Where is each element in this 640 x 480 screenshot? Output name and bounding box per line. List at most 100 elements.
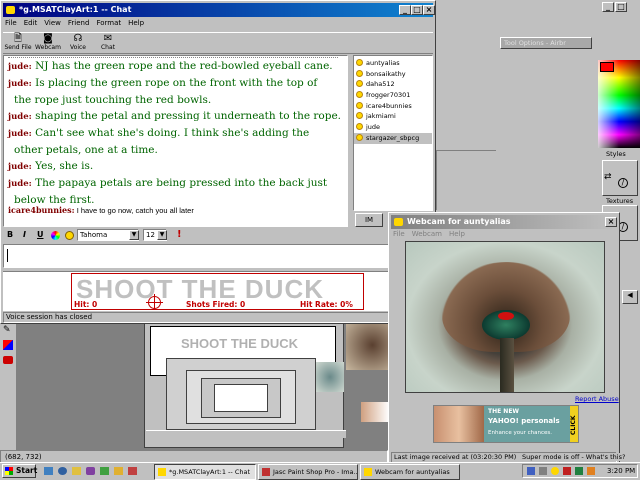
close-icon[interactable]: × (423, 5, 435, 15)
super-mode-status: Super mode is off - What's this? (520, 453, 628, 461)
menu-edit[interactable]: Edit (24, 19, 38, 27)
start-button[interactable]: Start (2, 464, 37, 478)
psp-canvas[interactable]: SHOOT THE DUCK (16, 318, 390, 450)
volume-icon[interactable] (539, 467, 547, 475)
buddy-name: daha512 (366, 80, 395, 89)
quick-launch (40, 465, 148, 477)
ad-banner[interactable]: SHOOT THE DUCK Hit: 0 Shots Fired: 0 Hit… (3, 271, 433, 311)
buddy-smiley-icon (356, 59, 363, 66)
color-icon[interactable] (51, 231, 60, 240)
clock[interactable]: 3:20 PM (607, 467, 635, 475)
media-icon[interactable] (100, 467, 109, 475)
webcam-menu-bar: File Webcam Help (393, 230, 472, 238)
maximize-icon[interactable]: □ (615, 2, 627, 12)
chat-window: *g.MSATClayArt:1 -- Chat _ □ × File Edit V… (0, 0, 436, 324)
buddy-item[interactable]: jude (354, 122, 432, 133)
transparent-icon[interactable]: / (618, 178, 628, 188)
monitor-icon[interactable] (575, 467, 583, 475)
shape-tool-icon[interactable] (3, 356, 13, 364)
chat-message: jude: The papaya petals are being presse… (8, 175, 347, 192)
menu-help[interactable]: Help (128, 19, 144, 27)
chat-button[interactable]: ✉ Chat (93, 33, 123, 51)
maximize-icon[interactable]: □ (411, 5, 423, 15)
minimize-icon[interactable]: _ (602, 2, 614, 12)
chat-message: jude: shaping the petal and pressing it … (8, 108, 347, 125)
folder-icon[interactable] (114, 467, 123, 475)
message-text: The papaya petals are being pressed into… (35, 177, 328, 189)
chevron-down-icon[interactable]: ▼ (157, 230, 167, 240)
buddy-item[interactable]: stargazer_sbpcg (354, 132, 432, 144)
webcam-app-icon (394, 218, 403, 226)
chat-message: jude: Can't see what she's doing. I thin… (8, 125, 347, 142)
message-text: Is placing the green rope on the front w… (35, 77, 318, 89)
ad-click[interactable]: CLICK (570, 406, 578, 442)
textures-label: Textures (606, 197, 634, 205)
foreground-color-swatch[interactable] (600, 62, 614, 72)
recursive-webcam-thumb (316, 362, 344, 392)
network-icon[interactable] (527, 467, 535, 475)
chat-message: jude: Yes, she is. (8, 158, 347, 175)
chevron-down-icon[interactable]: ▼ (129, 230, 139, 240)
webcam-menu-webcam[interactable]: Webcam (412, 230, 442, 238)
buddy-item[interactable]: jakmiami (354, 111, 432, 122)
task-psp[interactable]: Jasc Paint Shop Pro - Ima... (258, 464, 358, 480)
text-cursor (7, 249, 8, 262)
buddy-item[interactable]: auntyalias (354, 58, 432, 69)
buddy-name: jude (366, 123, 381, 132)
webcam-menu-file[interactable]: File (393, 230, 405, 238)
buddy-smiley-icon (356, 80, 363, 88)
underline-button[interactable]: U (37, 230, 44, 239)
browser-icon[interactable] (58, 467, 67, 475)
buddy-list[interactable]: auntyalias bonsaikathy daha512 frogger70301… (353, 55, 433, 211)
swap-icon[interactable]: ⇄ (604, 172, 612, 182)
messenger-icon[interactable] (86, 467, 95, 475)
update-icon[interactable] (587, 467, 595, 475)
app-icon[interactable] (128, 467, 137, 475)
message-text: Can't see what she's doing. I think she'… (35, 127, 310, 139)
chat-log[interactable]: jude: NJ has the green rope and the red-… (3, 55, 348, 227)
chat-title: *g.MSATClayArt:1 -- Chat (19, 5, 132, 14)
close-icon[interactable]: × (605, 217, 617, 227)
webcam-title-bar[interactable]: Webcam for auntyalias (391, 215, 617, 229)
psp-window-buttons[interactable]: _ □ (600, 2, 640, 12)
color-tool-icon[interactable] (3, 340, 13, 350)
webcam-ad[interactable]: THE NEW YAHOO! personals Enhance your ch… (433, 405, 579, 443)
message-input[interactable] (3, 244, 433, 268)
task-webcam[interactable]: Webcam for auntyalias (360, 464, 460, 480)
webcam-menu-help[interactable]: Help (449, 230, 465, 238)
menu-format[interactable]: Format (96, 19, 121, 27)
message-text: shaping the petal and pressing it undern… (35, 110, 342, 122)
alert-icon[interactable]: ! (177, 229, 182, 240)
scroll-button[interactable]: ◀ (622, 290, 638, 304)
smiley-icon[interactable] (65, 231, 74, 240)
report-abuse-link[interactable]: Report Abuse (575, 395, 619, 403)
tool-options-palette[interactable]: Tool Options - Airbr (500, 37, 592, 49)
bold-button[interactable]: B (7, 230, 13, 239)
desktop-icon[interactable] (44, 467, 53, 475)
buddy-name: auntyalias (366, 59, 400, 67)
webcam-button[interactable]: ◙ Webcam (33, 33, 63, 51)
buddy-item[interactable]: daha512 (354, 79, 432, 90)
webcam-window: Webcam for auntyalias × File Webcam Help R… (388, 212, 620, 464)
mail-icon[interactable] (72, 467, 81, 475)
menu-friend[interactable]: Friend (68, 19, 90, 27)
chat-title-bar[interactable]: *g.MSATClayArt:1 -- Chat (3, 3, 433, 17)
color-palette[interactable] (598, 60, 640, 148)
im-button[interactable]: IM (355, 213, 383, 227)
buddy-item[interactable]: icare4bunnies (354, 101, 432, 112)
minimize-icon[interactable]: _ (399, 5, 411, 15)
antivirus-icon[interactable] (563, 467, 571, 475)
pan-tool-icon[interactable]: ✎ (3, 325, 11, 335)
send-file-button[interactable]: 🗎 Send File (3, 33, 33, 51)
menu-file[interactable]: File (5, 19, 17, 27)
buddy-item[interactable]: frogger70301 (354, 90, 432, 101)
webcam-icon: ◙ (43, 33, 53, 44)
voice-button[interactable]: ☊ Voice (63, 33, 93, 51)
italic-button[interactable]: I (23, 230, 26, 239)
menu-view[interactable]: View (44, 19, 61, 27)
chat-menu-bar: File Edit View Friend Format Help (5, 19, 151, 27)
buddy-item[interactable]: bonsaikathy (354, 69, 432, 80)
task-chat[interactable]: *g.MSATClayArt:1 -- Chat (154, 464, 256, 480)
ad-game[interactable]: SHOOT THE DUCK Hit: 0 Shots Fired: 0 Hit… (71, 273, 364, 310)
messenger-tray-icon[interactable] (551, 467, 559, 475)
